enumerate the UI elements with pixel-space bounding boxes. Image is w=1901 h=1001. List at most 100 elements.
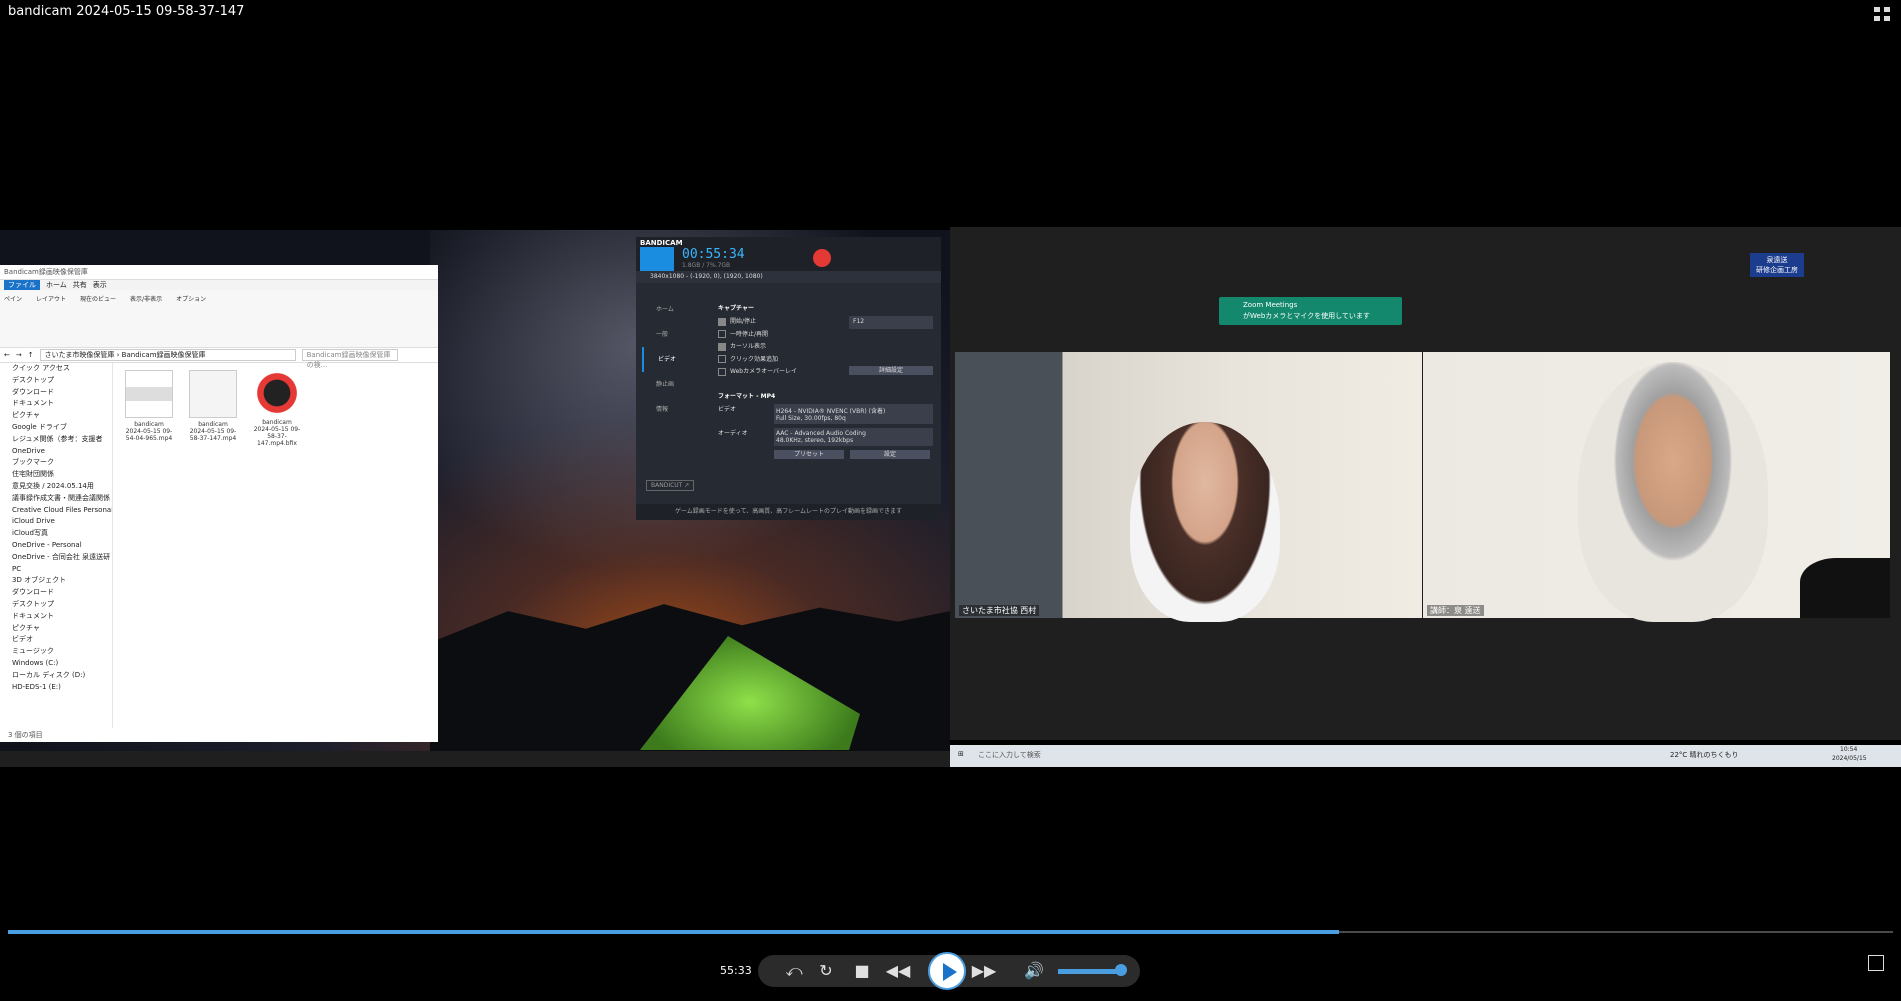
nav-item[interactable]: HD-EDS-1 (E:) bbox=[0, 682, 112, 694]
sidebar-item-video[interactable]: ビデオ bbox=[642, 347, 704, 372]
capture-option-click[interactable]: クリック効果追加 bbox=[718, 354, 933, 367]
video-thumbnail-icon bbox=[125, 370, 173, 418]
nav-item[interactable]: ピクチャ bbox=[0, 623, 112, 635]
file-item[interactable]: bandicam 2024-05-15 09-54-04-965.mp4 bbox=[122, 370, 176, 447]
skip-back-icon[interactable]: ⤺ bbox=[778, 955, 810, 987]
record-stop-button[interactable] bbox=[812, 249, 831, 267]
preset-button[interactable]: プリセット bbox=[774, 449, 844, 459]
file-item[interactable]: bandicam 2024-05-15 09-58-37-147.mp4 bbox=[186, 370, 240, 447]
nav-up-icon[interactable]: ↑ bbox=[28, 351, 34, 359]
taskbar-date[interactable]: 2024/05/15 bbox=[1832, 755, 1867, 762]
windows-start-icon[interactable]: ⊞ bbox=[958, 750, 964, 758]
audio-format: AAC - Advanced Audio Coding 48.0KHz, ster… bbox=[774, 427, 933, 446]
nav-forward-icon[interactable]: → bbox=[16, 351, 22, 359]
replay-icon[interactable]: ↻ bbox=[810, 955, 842, 987]
nav-item[interactable]: 3D オブジェクト bbox=[0, 575, 112, 587]
left-taskbar bbox=[0, 751, 950, 767]
volume-icon[interactable]: 🔊 bbox=[1018, 955, 1050, 987]
nav-item[interactable]: レジュメ関係（参考：支援者 bbox=[0, 434, 112, 446]
stop-icon[interactable]: ■ bbox=[846, 955, 878, 987]
explorer-ribbon-tabs: ファイル ホーム 共有 表示 bbox=[0, 280, 438, 290]
nav-item[interactable]: ブックマーク bbox=[0, 457, 112, 469]
settings-button[interactable]: 設定 bbox=[850, 449, 930, 459]
capture-option-pause[interactable]: 一時停止/再開 bbox=[718, 329, 933, 342]
capture-option-webcam[interactable]: Webカメラオーバーレイ 詳細設定 bbox=[718, 366, 933, 379]
weather-widget[interactable]: 22°C 晴れのちくもり bbox=[1670, 750, 1739, 760]
nav-item[interactable]: 住宅財団関係 bbox=[0, 469, 112, 481]
bandicam-sidebar: ホーム 一般 ビデオ 静止画 情報 bbox=[642, 297, 704, 422]
nav-item[interactable]: OneDrive bbox=[0, 446, 112, 458]
nav-item[interactable]: 意見交換 / 2024.05.14用 bbox=[0, 481, 112, 493]
capture-option-start-stop[interactable]: 開始/停止 F12 bbox=[718, 316, 933, 329]
explorer-nav-pane: クイック アクセス デスクトップ ダウンロード ドキュメント ピクチャ Goog… bbox=[0, 363, 113, 728]
explorer-address-bar: ← → ↑ さいたま市映像保管庫 › Bandicam録画映像保管庫 Bandi… bbox=[0, 348, 438, 369]
screen-record-mode-icon[interactable] bbox=[640, 247, 674, 271]
nav-item[interactable]: デスクトップ bbox=[0, 375, 112, 387]
taskbar-search-input[interactable]: ここに入力して検索 bbox=[978, 750, 1041, 760]
rewind-icon[interactable]: ◀◀ bbox=[882, 955, 914, 987]
fast-forward-icon[interactable]: ▶▶ bbox=[968, 955, 1000, 987]
ribbon-tab-view[interactable]: 表示 bbox=[93, 280, 107, 290]
bandicut-button[interactable]: BANDICUT ↗ bbox=[646, 480, 695, 491]
participant-name-1: さいたま市社協 西村 bbox=[959, 605, 1040, 616]
video-format: H264 - NVIDIA® NVENC (VBR) (含着) Full Size… bbox=[774, 403, 933, 424]
format-header: フォーマット - MP4 bbox=[718, 392, 776, 400]
file-item[interactable]: bandicam 2024-05-15 09-58-37-147.mp4.bfix bbox=[250, 370, 304, 447]
explorer-ribbon: ペイン レイアウト 現在のビュー 表示/非表示 オプション bbox=[0, 290, 438, 348]
nav-item[interactable]: Google ドライブ bbox=[0, 422, 112, 434]
nav-item[interactable]: OneDrive - Personal bbox=[0, 540, 112, 552]
nav-item[interactable]: ドキュメント bbox=[0, 398, 112, 410]
nav-item[interactable]: ミュージック bbox=[0, 646, 112, 658]
volume-knob[interactable] bbox=[1115, 964, 1127, 976]
recording-timer: 00:55:34 bbox=[682, 247, 745, 262]
ribbon-group-show-hide[interactable]: 表示/非表示 bbox=[130, 294, 162, 343]
sidebar-item-general[interactable]: 一般 bbox=[642, 322, 704, 347]
fullscreen-exit-icon[interactable] bbox=[1873, 6, 1891, 22]
detail-settings-button[interactable]: 詳細設定 bbox=[849, 366, 933, 376]
sidebar-item-about[interactable]: 情報 bbox=[642, 397, 704, 422]
play-button[interactable] bbox=[928, 952, 966, 990]
participant-video-2[interactable]: 講師：泉 遠送 bbox=[1423, 352, 1890, 622]
nav-item[interactable]: ドキュメント bbox=[0, 611, 112, 623]
nav-item[interactable]: OneDrive - 合同会社 泉遠送研 bbox=[0, 552, 112, 564]
nav-item[interactable]: Windows (C:) bbox=[0, 658, 112, 670]
zoom-notification[interactable]: Zoom Meetings がWebカメラとマイクを使用しています bbox=[1219, 297, 1402, 325]
video-title: bandicam 2024-05-15 09-58-37-147 bbox=[8, 4, 245, 19]
nav-item[interactable]: ローカル ディスク (D:) bbox=[0, 670, 112, 682]
bandicam-footer: ゲーム録画モードを使って、高画質、高フレームレートのプレイ動画を録画できます bbox=[636, 504, 941, 520]
popout-icon[interactable] bbox=[1868, 955, 1884, 971]
volume-level bbox=[1058, 969, 1121, 974]
nav-item[interactable]: Creative Cloud Files Personal Ac bbox=[0, 505, 112, 517]
explorer-search-input[interactable]: Bandicam録画映像保管庫の検... bbox=[301, 349, 398, 369]
nav-item[interactable]: ビデオ bbox=[0, 634, 112, 646]
media-file-icon bbox=[189, 370, 237, 418]
ribbon-group-options[interactable]: オプション bbox=[176, 294, 206, 343]
bandicam-video-settings: キャプチャー 開始/停止 F12 一時停止/再開 カーソル表示 クリック効果追加 … bbox=[718, 303, 933, 459]
nav-item[interactable]: ダウンロード bbox=[0, 387, 112, 399]
ribbon-group-current-view[interactable]: 現在のビュー bbox=[80, 294, 116, 343]
nav-item[interactable]: クイック アクセス bbox=[0, 363, 112, 375]
nav-back-icon[interactable]: ← bbox=[4, 351, 10, 359]
nav-item[interactable]: PC bbox=[0, 564, 112, 576]
sidebar-item-home[interactable]: ホーム bbox=[642, 297, 704, 322]
capture-option-cursor[interactable]: カーソル表示 bbox=[718, 341, 933, 354]
windows-taskbar: ⊞ ここに入力して検索 22°C 晴れのちくもり 10:54 2024/05/1… bbox=[950, 745, 1901, 767]
nav-item[interactable]: iCloud写真 bbox=[0, 528, 112, 540]
sidebar-item-image[interactable]: 静止画 bbox=[642, 372, 704, 397]
nav-item[interactable]: ピクチャ bbox=[0, 410, 112, 422]
ribbon-group-layout[interactable]: レイアウト bbox=[36, 294, 66, 343]
nav-item[interactable]: 議事録作成文書・関連会議関係 bbox=[0, 493, 112, 505]
participant-video-1[interactable]: さいたま市社協 西村 bbox=[955, 352, 1422, 622]
taskbar-clock[interactable]: 10:54 bbox=[1840, 746, 1857, 753]
bandicam-window: 00:55:34 1.8GB / 7%.7GB BANDICAM 3840x10… bbox=[636, 237, 941, 520]
ribbon-tab-home[interactable]: ホーム bbox=[46, 280, 67, 290]
zoom-logo-badge: 泉遠送 研修企画工房 bbox=[1750, 253, 1804, 277]
hotkey-field[interactable]: F12 bbox=[849, 316, 933, 329]
address-path[interactable]: さいたま市映像保管庫 › Bandicam録画映像保管庫 bbox=[39, 349, 296, 361]
ribbon-tab-file[interactable]: ファイル bbox=[4, 280, 40, 290]
nav-item[interactable]: ダウンロード bbox=[0, 587, 112, 599]
ribbon-tab-share[interactable]: 共有 bbox=[73, 280, 87, 290]
ribbon-group-pane[interactable]: ペイン bbox=[4, 294, 22, 343]
nav-item[interactable]: iCloud Drive bbox=[0, 516, 112, 528]
nav-item[interactable]: デスクトップ bbox=[0, 599, 112, 611]
